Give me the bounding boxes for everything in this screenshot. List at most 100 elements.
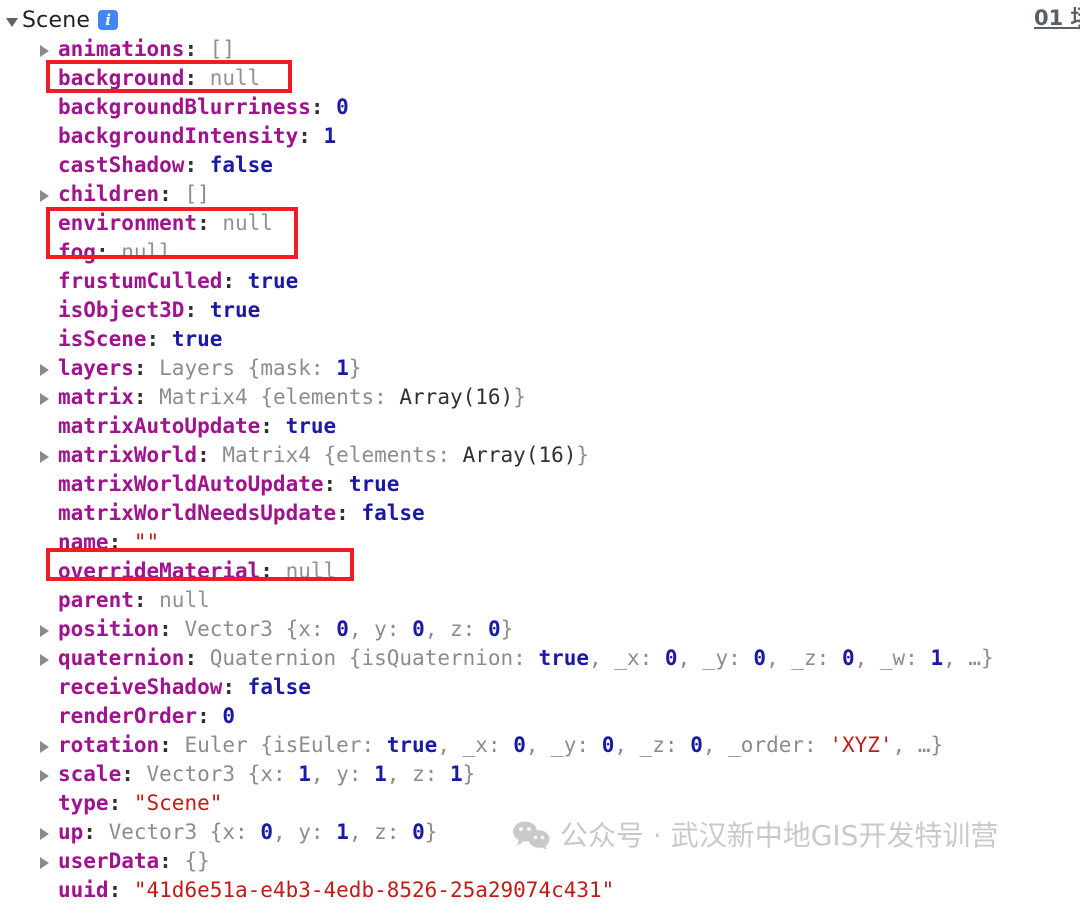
property-row-matrixWorldNeedsUpdate[interactable]: matrixWorldNeedsUpdate: false	[0, 499, 1080, 528]
property-value[interactable]: null	[222, 211, 273, 235]
property-separator: :	[222, 675, 248, 699]
property-value[interactable]: Quaternion {isQuaternion: true, _x: 0, _…	[210, 646, 994, 670]
chevron-right-icon[interactable]	[40, 625, 49, 637]
property-row-matrixWorldAutoUpdate[interactable]: matrixWorldAutoUpdate: true	[0, 470, 1080, 499]
property-key: environment	[58, 211, 198, 235]
property-row-renderOrder[interactable]: renderOrder: 0	[0, 702, 1080, 731]
devtools-object-tree[interactable]: Scene i animations: [] background: null bac…	[0, 0, 1080, 905]
property-value[interactable]: null	[210, 66, 261, 90]
property-value[interactable]: "41d6e51a-e4b3-4edb-8526-25a29074c431"	[134, 878, 614, 902]
property-value[interactable]: []	[184, 182, 209, 206]
property-separator: :	[133, 588, 160, 612]
property-row-matrixWorld[interactable]: matrixWorld: Matrix4 {elements: Array(16…	[0, 441, 1080, 470]
property-row-environment[interactable]: environment: null	[0, 209, 1080, 238]
chevron-right-icon[interactable]	[40, 393, 49, 405]
chevron-right-icon[interactable]	[40, 190, 49, 202]
property-row-position[interactable]: position: Vector3 {x: 0, y: 0, z: 0}	[0, 615, 1080, 644]
property-separator: :	[184, 298, 210, 322]
property-value[interactable]: null	[121, 240, 172, 264]
property-value[interactable]: Vector3 {x: 0, y: 1, z: 0}	[109, 820, 438, 844]
property-row-backgroundBlurriness[interactable]: backgroundBlurriness: 0	[0, 93, 1080, 122]
property-separator: :	[184, 66, 210, 90]
property-row-matrix[interactable]: matrix: Matrix4 {elements: Array(16)}	[0, 383, 1080, 412]
chevron-right-icon[interactable]	[40, 741, 49, 753]
property-row-fog[interactable]: fog: null	[0, 238, 1080, 267]
property-value[interactable]: "Scene"	[134, 791, 223, 815]
property-value[interactable]: true	[286, 414, 337, 438]
property-key: matrixAutoUpdate	[58, 414, 261, 438]
property-value[interactable]: []	[210, 37, 235, 61]
chevron-right-icon[interactable]	[40, 828, 49, 840]
property-row-name[interactable]: name: ""	[0, 528, 1080, 557]
property-separator: :	[95, 240, 122, 264]
property-key: userData	[58, 849, 160, 873]
property-row-children[interactable]: children: []	[0, 180, 1080, 209]
property-value[interactable]: ""	[134, 530, 159, 554]
property-value[interactable]: 1	[324, 124, 337, 148]
property-value[interactable]: true	[349, 472, 400, 496]
chevron-right-icon[interactable]	[40, 451, 49, 463]
property-row-quaternion[interactable]: quaternion: Quaternion {isQuaternion: tr…	[0, 644, 1080, 673]
property-key: matrix	[58, 385, 134, 409]
property-key: isScene	[58, 327, 147, 351]
property-row-userData[interactable]: userData: {}	[0, 847, 1080, 876]
property-value[interactable]: true	[172, 327, 223, 351]
property-key: animations	[58, 37, 185, 61]
property-row-overrideMaterial[interactable]: overrideMaterial: null	[0, 557, 1080, 586]
property-value[interactable]: 0	[336, 95, 349, 119]
property-value[interactable]: Vector3 {x: 0, y: 0, z: 0}	[184, 617, 513, 641]
property-separator: :	[184, 646, 210, 670]
property-row-isObject3D[interactable]: isObject3D: true	[0, 296, 1080, 325]
property-key: children	[58, 182, 160, 206]
property-value[interactable]: true	[210, 298, 261, 322]
property-value[interactable]: true	[248, 269, 299, 293]
property-value[interactable]: Layers {mask: 1}	[159, 356, 361, 380]
property-separator: :	[260, 414, 286, 438]
property-separator: :	[310, 95, 337, 119]
chevron-down-icon[interactable]	[6, 18, 18, 27]
property-value[interactable]: null	[286, 559, 337, 583]
property-value[interactable]: 0	[222, 704, 235, 728]
property-row-uuid[interactable]: uuid: "41d6e51a-e4b3-4edb-8526-25a29074c…	[0, 876, 1080, 905]
property-value[interactable]: Matrix4 {elements: Array(16)}	[159, 385, 526, 409]
property-row-parent[interactable]: parent: null	[0, 586, 1080, 615]
property-separator: :	[159, 733, 185, 757]
property-separator: :	[184, 37, 210, 61]
property-row-scale[interactable]: scale: Vector3 {x: 1, y: 1, z: 1}	[0, 760, 1080, 789]
property-value[interactable]: Euler {isEuler: true, _x: 0, _y: 0, _z: …	[184, 733, 943, 757]
chevron-right-icon[interactable]	[40, 45, 49, 57]
property-row-backgroundIntensity[interactable]: backgroundIntensity: 1	[0, 122, 1080, 151]
chevron-right-icon[interactable]	[40, 654, 49, 666]
chevron-right-icon[interactable]	[40, 364, 49, 376]
property-row-background[interactable]: background: null	[0, 64, 1080, 93]
property-row-up[interactable]: up: Vector3 {x: 0, y: 1, z: 0}	[0, 818, 1080, 847]
property-row-matrixAutoUpdate[interactable]: matrixAutoUpdate: true	[0, 412, 1080, 441]
property-key: up	[58, 820, 84, 844]
property-value[interactable]: false	[248, 675, 311, 699]
property-row-type[interactable]: type: "Scene"	[0, 789, 1080, 818]
property-row-rotation[interactable]: rotation: Euler {isEuler: true, _x: 0, _…	[0, 731, 1080, 760]
property-value[interactable]: null	[159, 588, 210, 612]
info-icon[interactable]: i	[98, 10, 119, 30]
property-value[interactable]: false	[361, 501, 424, 525]
chevron-right-icon[interactable]	[40, 857, 49, 869]
property-value[interactable]: {}	[184, 849, 209, 873]
property-value[interactable]: Vector3 {x: 1, y: 1, z: 1}	[147, 762, 476, 786]
property-row-animations[interactable]: animations: []	[0, 35, 1080, 64]
property-key: frustumCulled	[58, 269, 223, 293]
property-key: position	[58, 617, 160, 641]
property-row-layers[interactable]: layers: Layers {mask: 1}	[0, 354, 1080, 383]
property-separator: :	[336, 501, 362, 525]
chevron-right-icon[interactable]	[40, 770, 49, 782]
property-row-castShadow[interactable]: castShadow: false	[0, 151, 1080, 180]
property-row-frustumCulled[interactable]: frustumCulled: true	[0, 267, 1080, 296]
property-list: animations: [] background: null background…	[0, 35, 1080, 905]
property-row-isScene[interactable]: isScene: true	[0, 325, 1080, 354]
property-value[interactable]: Matrix4 {elements: Array(16)}	[222, 443, 589, 467]
property-row-receiveShadow[interactable]: receiveShadow: false	[0, 673, 1080, 702]
property-key: backgroundBlurriness	[58, 95, 311, 119]
property-key: overrideMaterial	[58, 559, 261, 583]
property-value[interactable]: false	[210, 153, 273, 177]
object-tree-root-row[interactable]: Scene i	[0, 6, 1080, 35]
property-key: matrixWorld	[58, 443, 198, 467]
